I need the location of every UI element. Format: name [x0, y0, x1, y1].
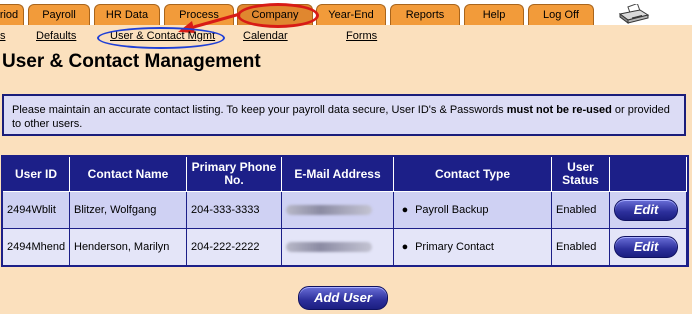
- header-email-address: E-Mail Address: [281, 156, 394, 192]
- table-row: 2494Wblit Blitzer, Wolfgang 204-333-3333…: [2, 191, 687, 229]
- table-row: 2494Mhend Henderson, Marilyn 204-222-222…: [2, 228, 687, 266]
- edit-button[interactable]: Edit: [614, 199, 678, 221]
- redacted-email: [286, 242, 372, 253]
- cell-user-status: Enabled: [551, 191, 610, 229]
- cell-email: [281, 228, 394, 266]
- cell-contact-name: Henderson, Marilyn: [69, 228, 187, 266]
- cell-phone: 204-333-3333: [186, 191, 282, 229]
- header-primary-phone: Primary Phone No.: [186, 156, 282, 192]
- subnav-link-partial[interactable]: s: [0, 30, 6, 42]
- tab-period[interactable]: riod: [0, 4, 24, 25]
- printer-icon[interactable]: [616, 4, 650, 24]
- header-contact-type: Contact Type: [393, 156, 552, 192]
- header-actions: [609, 156, 687, 192]
- contacts-table: User ID Contact Name Primary Phone No. E…: [2, 156, 687, 266]
- add-user-button[interactable]: Add User: [298, 286, 388, 310]
- subnav-defaults[interactable]: Defaults: [36, 30, 76, 42]
- cell-email: [281, 191, 394, 229]
- cell-user-status: Enabled: [551, 228, 610, 266]
- subnav-calendar[interactable]: Calendar: [243, 30, 288, 42]
- cell-phone: 204-222-2222: [186, 228, 282, 266]
- edit-button[interactable]: Edit: [614, 236, 678, 258]
- subnav-forms[interactable]: Forms: [346, 30, 377, 42]
- info-text: Please maintain an accurate contact list…: [12, 104, 507, 116]
- cell-user-id: 2494Mhend: [2, 228, 70, 266]
- tab-year-end[interactable]: Year-End: [316, 4, 386, 25]
- bullet-icon: ●: [401, 204, 409, 216]
- cell-contact-type: ● Payroll Backup: [393, 191, 552, 229]
- info-text-emphasis: must not be re-used: [506, 104, 612, 116]
- info-message: Please maintain an accurate contact list…: [2, 94, 686, 136]
- header-user-status: User Status: [551, 156, 610, 192]
- tab-payroll[interactable]: Payroll: [28, 4, 90, 25]
- table-header-row: User ID Contact Name Primary Phone No. E…: [2, 156, 687, 192]
- tab-help[interactable]: Help: [464, 4, 524, 25]
- tab-hr-data[interactable]: HR Data: [94, 4, 160, 25]
- cell-contact-type: ● Primary Contact: [393, 228, 552, 266]
- cell-actions: Edit: [609, 191, 687, 229]
- contact-type-label: Primary Contact: [415, 241, 494, 253]
- cell-user-id: 2494Wblit: [2, 191, 70, 229]
- tab-reports[interactable]: Reports: [390, 4, 460, 25]
- bullet-icon: ●: [401, 241, 409, 253]
- redacted-email: [286, 205, 372, 216]
- cell-contact-name: Blitzer, Wolfgang: [69, 191, 187, 229]
- header-user-id: User ID: [2, 156, 70, 192]
- main-tab-bar: riod Payroll HR Data Process Company Yea…: [0, 0, 692, 25]
- cell-actions: Edit: [609, 228, 687, 266]
- contact-type-label: Payroll Backup: [415, 204, 489, 216]
- highlight-user-contact-mgmt: [97, 27, 225, 49]
- tab-log-off[interactable]: Log Off: [528, 4, 594, 25]
- page-title: User & Contact Management: [2, 51, 261, 72]
- header-contact-name: Contact Name: [69, 156, 187, 192]
